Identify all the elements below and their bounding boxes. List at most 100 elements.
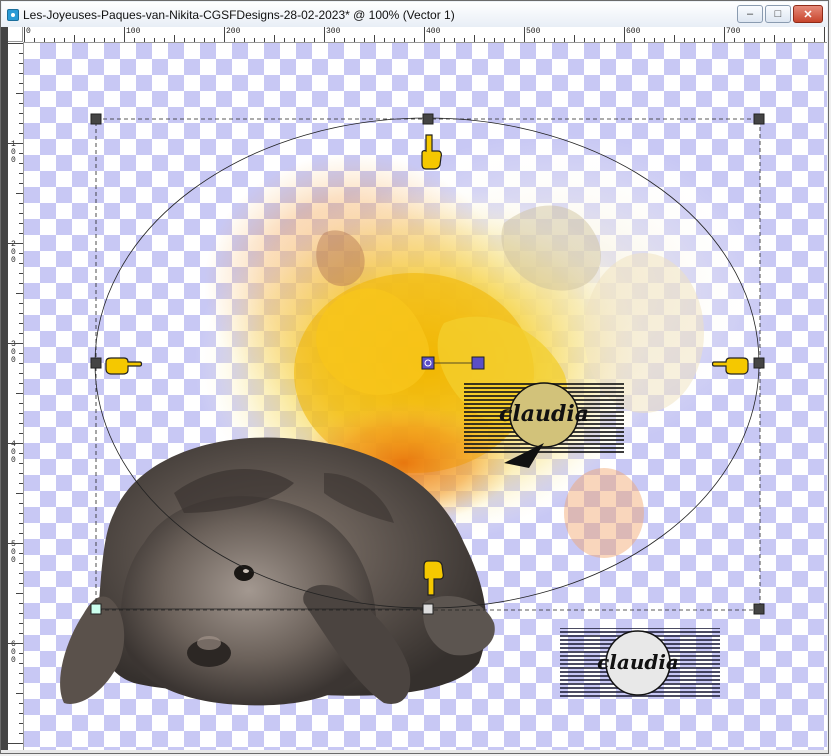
ruler-tick: [19, 163, 23, 164]
ruler-tick: [19, 173, 23, 174]
ruler-tick: [744, 38, 745, 42]
ruler-tick: [764, 38, 765, 42]
ruler-tick: [19, 133, 23, 134]
ruler-tick: [644, 38, 645, 42]
ruler-tick: [484, 38, 485, 42]
pointer-hand-down-icon: [421, 134, 442, 170]
ruler-tick: [19, 473, 23, 474]
ruler-tick: [19, 303, 23, 304]
ruler-tick: [44, 38, 45, 42]
ruler-tick: [364, 38, 365, 42]
ruler-tick: [19, 713, 23, 714]
ruler-tick: [19, 273, 23, 274]
image-canvas[interactable]: claudia claudia: [24, 43, 827, 750]
ruler-tick: [19, 233, 23, 234]
watermark-text: claudia: [597, 650, 679, 674]
ruler-tick: [19, 673, 23, 674]
ruler-tick: [544, 38, 545, 42]
ruler-tick: [514, 38, 515, 42]
ruler-tick: [19, 103, 23, 104]
ruler-tick: [74, 35, 75, 42]
ruler-tick: [454, 38, 455, 42]
ruler-tick: [19, 333, 23, 334]
ruler-tick: [19, 363, 23, 364]
ruler-tick: [634, 38, 635, 42]
close-button[interactable]: ✕: [793, 5, 823, 23]
ruler-tick: [244, 38, 245, 42]
resize-handle-top-center[interactable]: [422, 113, 434, 125]
ruler-tick: [574, 35, 575, 42]
ruler-tick: [19, 603, 23, 604]
resize-handle-bottom-left[interactable]: [90, 603, 102, 615]
maximize-button[interactable]: □: [765, 5, 791, 23]
ruler-tick: [19, 373, 23, 374]
ruler-tick: [204, 38, 205, 42]
title-bar[interactable]: Les-Joyeuses-Paques-van-Nikita-CGSFDesig…: [2, 2, 827, 27]
ruler-tick: [19, 313, 23, 314]
ruler-tick: [264, 38, 265, 42]
vertical-ruler[interactable]: 100 200 300 400 500 600: [8, 42, 24, 750]
watermark-claudia-small: claudia: [560, 628, 720, 698]
ruler-tick: [19, 283, 23, 284]
ruler-tick: [16, 293, 23, 294]
ruler-tick: [184, 38, 185, 42]
ruler-tick: [434, 38, 435, 42]
ruler-tick: [254, 38, 255, 42]
pivot-handle[interactable]: [421, 356, 435, 370]
ruler-tick: [19, 663, 23, 664]
resize-handle-middle-left[interactable]: [90, 357, 102, 369]
ruler-tick: [19, 83, 23, 84]
pointer-hand-right-icon: [105, 357, 143, 375]
ruler-label: 400: [11, 440, 16, 465]
ruler-tick: [16, 593, 23, 594]
ruler-tick: [19, 213, 23, 214]
ruler-tick: [19, 733, 23, 734]
resize-handle-middle-right[interactable]: [753, 357, 765, 369]
ruler-tick: [294, 38, 295, 42]
ruler-tick: [594, 38, 595, 42]
window-title: Les-Joyeuses-Paques-van-Nikita-CGSFDesig…: [23, 7, 455, 22]
ruler-tick: [19, 263, 23, 264]
ruler-tick: [554, 38, 555, 42]
ruler-tick: [534, 38, 535, 42]
ruler-tick: [8, 43, 23, 44]
ruler-tick: [19, 563, 23, 564]
ruler-tick: [794, 38, 795, 42]
ruler-tick: [564, 38, 565, 42]
ruler-tick: [8, 543, 23, 544]
horizontal-ruler[interactable]: 0 100 200 300 400 500 600 700: [23, 27, 827, 43]
resize-handle-bottom-right[interactable]: [753, 603, 765, 615]
ruler-tick: [234, 38, 235, 42]
ruler-tick: [34, 38, 35, 42]
ruler-tick: [354, 38, 355, 42]
ruler-tick: [19, 123, 23, 124]
ruler-tick: [8, 743, 23, 744]
ruler-tick: [684, 38, 685, 42]
ruler-tick: [624, 27, 625, 42]
ruler-tick: [524, 27, 525, 42]
ruler-tick: [16, 193, 23, 194]
ruler-tick: [464, 38, 465, 42]
ruler-tick: [384, 38, 385, 42]
ruler-label: 200: [11, 240, 16, 265]
ruler-tick: [694, 38, 695, 42]
minimize-button[interactable]: –: [737, 5, 763, 23]
resize-handle-top-left[interactable]: [90, 113, 102, 125]
ruler-label: 400: [426, 27, 441, 36]
window-controls: – □ ✕: [737, 5, 823, 23]
resize-handle-top-right[interactable]: [753, 113, 765, 125]
ruler-tick: [174, 35, 175, 42]
ruler-tick: [584, 38, 585, 42]
ruler-tick: [664, 38, 665, 42]
ruler-tick: [324, 27, 325, 42]
ruler-tick: [134, 38, 135, 42]
ruler-tick: [824, 27, 825, 42]
ruler-tick: [734, 38, 735, 42]
ruler-tick: [16, 493, 23, 494]
ruler-tick: [344, 38, 345, 42]
ruler-label: 100: [126, 27, 141, 36]
ruler-tick: [19, 653, 23, 654]
resize-handle-bottom-center[interactable]: [422, 603, 434, 615]
rotation-handle[interactable]: [471, 356, 485, 370]
ruler-tick: [374, 35, 375, 42]
